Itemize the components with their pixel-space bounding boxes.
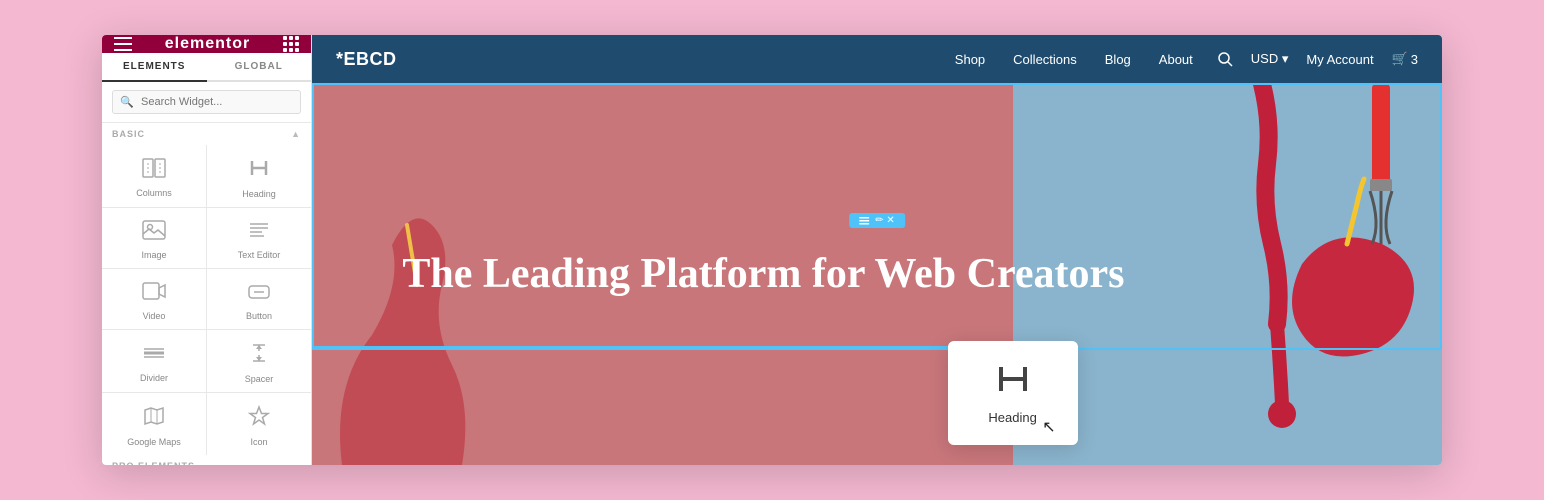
tab-global[interactable]: GLOBAL <box>207 53 312 80</box>
widget-button[interactable]: Button <box>207 269 311 329</box>
search-icon: 🔍 <box>120 96 134 109</box>
star-icon <box>248 405 270 431</box>
heading-widget-icon <box>995 361 1031 402</box>
divider-label: Divider <box>140 373 168 383</box>
spacer-icon <box>248 342 270 368</box>
sidebar-tabs: ELEMENTS GLOBAL <box>102 53 311 82</box>
columns-icon <box>142 158 166 182</box>
nav-links: Shop Collections Blog About <box>955 52 1193 67</box>
widget-columns[interactable]: Columns <box>102 145 206 207</box>
text-editor-label: Text Editor <box>238 250 281 260</box>
cursor-icon: ↖ <box>1042 417 1055 437</box>
right-decoration <box>1182 83 1442 465</box>
heading-label: Heading <box>242 189 276 199</box>
nav-link-blog[interactable]: Blog <box>1105 52 1131 67</box>
floating-heading-widget[interactable]: Heading ↖ <box>948 341 1078 445</box>
nav-search[interactable] <box>1217 51 1233 67</box>
nav-currency[interactable]: USD ▾ <box>1251 51 1289 67</box>
text-editor-icon <box>248 220 270 244</box>
hero-content: The Leading Platform for Web Creators <box>402 250 1124 298</box>
widget-video[interactable]: Video <box>102 269 206 329</box>
nav-cart[interactable]: 🛒 3 <box>1392 51 1418 67</box>
nav-actions: USD ▾ My Account 🛒 3 <box>1217 51 1418 67</box>
nav-brand: *EBCD <box>336 49 397 70</box>
hamburger-menu[interactable] <box>114 37 132 51</box>
widget-image[interactable]: Image <box>102 208 206 268</box>
button-icon <box>247 281 271 305</box>
icon-label: Icon <box>250 437 267 447</box>
widgets-grid: Columns Heading <box>102 145 311 455</box>
widget-heading[interactable]: Heading <box>207 145 311 207</box>
website-navbar: *EBCD Shop Collections Blog About USD ▾ … <box>312 35 1442 83</box>
hero-title: The Leading Platform for Web Creators <box>402 250 1124 298</box>
map-icon <box>143 405 165 431</box>
button-label: Button <box>246 311 272 321</box>
widget-icon[interactable]: Icon <box>207 393 311 455</box>
widget-search-container: 🔍 <box>102 82 311 123</box>
floating-widget-label: Heading <box>988 410 1036 425</box>
widget-google-maps[interactable]: Google Maps <box>102 393 206 455</box>
nav-account[interactable]: My Account <box>1306 52 1373 67</box>
image-icon <box>142 220 166 244</box>
sidebar-header: elementor <box>102 35 311 53</box>
website-preview: *EBCD Shop Collections Blog About USD ▾ … <box>312 35 1442 465</box>
edit-handle[interactable]: ✏ ✕ <box>849 213 905 228</box>
google-maps-label: Google Maps <box>127 437 181 447</box>
chevron-down-icon: ▲ <box>291 129 301 139</box>
widget-text-editor[interactable]: Text Editor <box>207 208 311 268</box>
columns-label: Columns <box>136 188 172 198</box>
video-icon <box>142 281 166 305</box>
pro-elements-label: PRO ELEMENTS <box>102 455 311 465</box>
heading-icon <box>248 157 270 183</box>
flower-decoration <box>312 185 512 465</box>
video-label: Video <box>143 311 166 321</box>
spacer-label: Spacer <box>245 374 274 384</box>
search-input[interactable] <box>112 90 301 114</box>
elementor-logo: elementor <box>165 35 250 53</box>
divider-icon <box>142 343 166 367</box>
tab-elements[interactable]: ELEMENTS <box>102 53 207 82</box>
editor-container: elementor ELEMENTS GLOBAL 🔍 BASIC ▲ <box>102 35 1442 465</box>
image-label: Image <box>141 250 166 260</box>
nav-link-shop[interactable]: Shop <box>955 52 985 67</box>
widget-spacer[interactable]: Spacer <box>207 330 311 392</box>
nav-link-collections[interactable]: Collections <box>1013 52 1077 67</box>
section-basic-label: BASIC ▲ <box>102 123 311 145</box>
grid-icon[interactable] <box>283 36 299 52</box>
edit-bar <box>312 346 1013 350</box>
widget-divider[interactable]: Divider <box>102 330 206 392</box>
elementor-sidebar: elementor ELEMENTS GLOBAL 🔍 BASIC ▲ <box>102 35 312 465</box>
edit-label: ✏ ✕ <box>875 215 895 226</box>
hero-section: ✏ ✕ The Leading Platform for Web Creator… <box>312 83 1442 465</box>
nav-link-about[interactable]: About <box>1159 52 1193 67</box>
